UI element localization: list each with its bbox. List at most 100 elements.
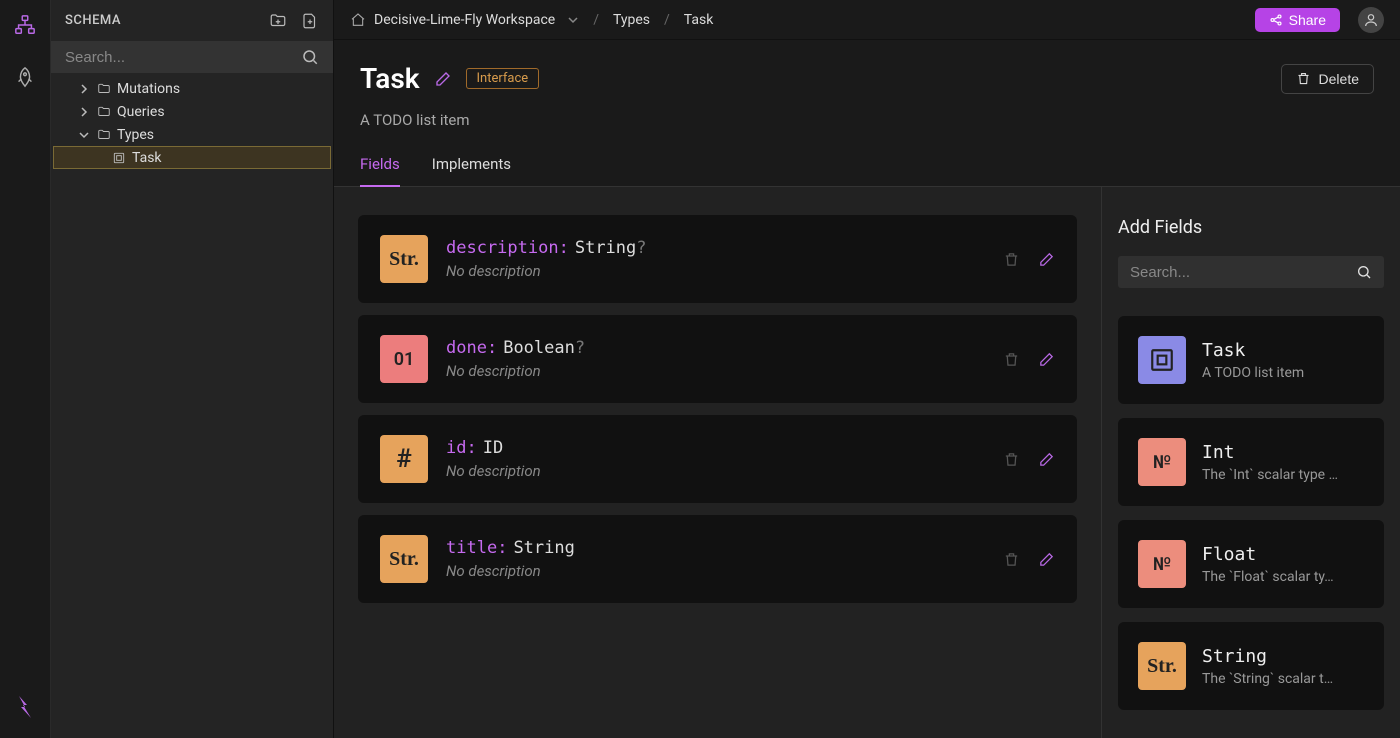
add-type-card[interactable]: № Int The `Int` scalar type … <box>1118 418 1384 506</box>
tree-item-task[interactable]: Task <box>53 146 331 169</box>
topbar: Decisive-Lime-Fly Workspace / Types / Ta… <box>334 0 1400 40</box>
add-type-card[interactable]: Task A TODO list item <box>1118 316 1384 404</box>
field-card: Str. title:String No description <box>358 515 1077 603</box>
type-badge: Str. <box>1138 642 1186 690</box>
field-info: description:String? No description <box>446 238 985 280</box>
field-signature: id:ID <box>446 438 985 458</box>
add-type-card[interactable]: Str. String The `String` scalar t… <box>1118 622 1384 710</box>
sidebar-title: SCHEMA <box>65 13 255 28</box>
edit-field-icon[interactable] <box>1038 551 1055 568</box>
crumb-types[interactable]: Types <box>613 12 650 28</box>
chevron-down-icon[interactable] <box>567 14 579 26</box>
crumb-sep: / <box>664 12 670 28</box>
field-actions <box>1003 251 1055 268</box>
tab-fields[interactable]: Fields <box>360 155 400 187</box>
add-type-name: String <box>1202 646 1364 667</box>
schema-icon[interactable] <box>14 14 36 36</box>
field-card: # id:ID No description <box>358 415 1077 503</box>
type-badge: № <box>1138 540 1186 588</box>
caret-right-icon <box>79 84 89 94</box>
search-icon <box>1356 264 1372 280</box>
field-signature: done:Boolean? <box>446 338 985 358</box>
sidebar: SCHEMA Mutations Queries Types <box>51 0 334 738</box>
crumb-workspace[interactable]: Decisive-Lime-Fly Workspace <box>374 12 555 28</box>
delete-field-icon[interactable] <box>1003 251 1020 268</box>
type-badge: 01 <box>380 335 428 383</box>
type-badge: Str. <box>380 535 428 583</box>
field-actions <box>1003 451 1055 468</box>
edit-field-icon[interactable] <box>1038 251 1055 268</box>
search-icon <box>301 48 319 66</box>
share-label: Share <box>1289 12 1326 28</box>
tree-label: Task <box>132 150 162 166</box>
crumb-task[interactable]: Task <box>684 12 714 28</box>
edit-field-icon[interactable] <box>1038 451 1055 468</box>
tree-item-mutations[interactable]: Mutations <box>51 77 333 100</box>
add-type-name: Float <box>1202 544 1364 565</box>
add-fields-search-input[interactable] <box>1130 264 1356 281</box>
folder-icon <box>97 105 111 119</box>
add-type-desc: The `Int` scalar type … <box>1202 467 1364 483</box>
sidebar-search[interactable] <box>51 41 333 73</box>
caret-down-icon <box>79 130 89 140</box>
tree-item-types[interactable]: Types <box>51 123 333 146</box>
field-info: id:ID No description <box>446 438 985 480</box>
field-description: No description <box>446 462 985 480</box>
field-actions <box>1003 351 1055 368</box>
add-fields-title: Add Fields <box>1118 217 1384 238</box>
type-badge: Str. <box>380 235 428 283</box>
page-title: Task <box>360 62 420 95</box>
rocket-icon[interactable] <box>14 66 36 88</box>
tree-label: Types <box>117 127 154 143</box>
delete-field-icon[interactable] <box>1003 451 1020 468</box>
add-type-info: Task A TODO list item <box>1202 340 1364 381</box>
tabs: Fields Implements <box>334 129 1400 187</box>
field-signature: description:String? <box>446 238 985 258</box>
field-card: Str. description:String? No description <box>358 215 1077 303</box>
delete-label: Delete <box>1319 71 1359 87</box>
field-description: No description <box>446 262 985 280</box>
add-type-card[interactable]: № Float The `Float` scalar ty… <box>1118 520 1384 608</box>
type-icon <box>112 151 126 165</box>
crumb-sep: / <box>593 12 599 28</box>
field-info: title:String No description <box>446 538 985 580</box>
interface-badge: Interface <box>466 68 540 89</box>
edit-title-icon[interactable] <box>434 70 452 88</box>
field-description: No description <box>446 562 985 580</box>
sidebar-search-input[interactable] <box>65 49 301 66</box>
add-type-name: Task <box>1202 340 1364 361</box>
trash-icon <box>1296 71 1311 86</box>
add-type-desc: The `Float` scalar ty… <box>1202 569 1364 585</box>
caret-right-icon <box>79 107 89 117</box>
field-actions <box>1003 551 1055 568</box>
tree-label: Mutations <box>117 81 180 97</box>
avatar[interactable] <box>1358 7 1384 33</box>
home-icon[interactable] <box>350 12 366 28</box>
delete-field-icon[interactable] <box>1003 351 1020 368</box>
add-type-info: String The `String` scalar t… <box>1202 646 1364 687</box>
type-badge: № <box>1138 438 1186 486</box>
new-file-icon[interactable] <box>301 12 319 30</box>
tree-label: Queries <box>117 104 165 120</box>
share-button[interactable]: Share <box>1255 8 1340 32</box>
tab-implements[interactable]: Implements <box>432 155 511 186</box>
add-type-info: Float The `Float` scalar ty… <box>1202 544 1364 585</box>
add-fields-panel: Add Fields Task A TODO list item № Int T… <box>1102 187 1400 738</box>
add-fields-search[interactable] <box>1118 256 1384 288</box>
folder-icon <box>97 128 111 142</box>
share-icon <box>1269 13 1283 27</box>
tree-item-queries[interactable]: Queries <box>51 100 333 123</box>
field-card: 01 done:Boolean? No description <box>358 315 1077 403</box>
fields-list: Str. description:String? No description … <box>334 187 1102 738</box>
add-type-desc: A TODO list item <box>1202 365 1364 381</box>
delete-field-icon[interactable] <box>1003 551 1020 568</box>
type-badge: # <box>380 435 428 483</box>
folder-icon <box>97 82 111 96</box>
add-type-name: Int <box>1202 442 1364 463</box>
new-folder-icon[interactable] <box>269 12 287 30</box>
user-icon <box>1363 12 1379 28</box>
delete-button[interactable]: Delete <box>1281 64 1374 94</box>
edit-field-icon[interactable] <box>1038 351 1055 368</box>
field-info: done:Boolean? No description <box>446 338 985 380</box>
add-type-info: Int The `Int` scalar type … <box>1202 442 1364 483</box>
